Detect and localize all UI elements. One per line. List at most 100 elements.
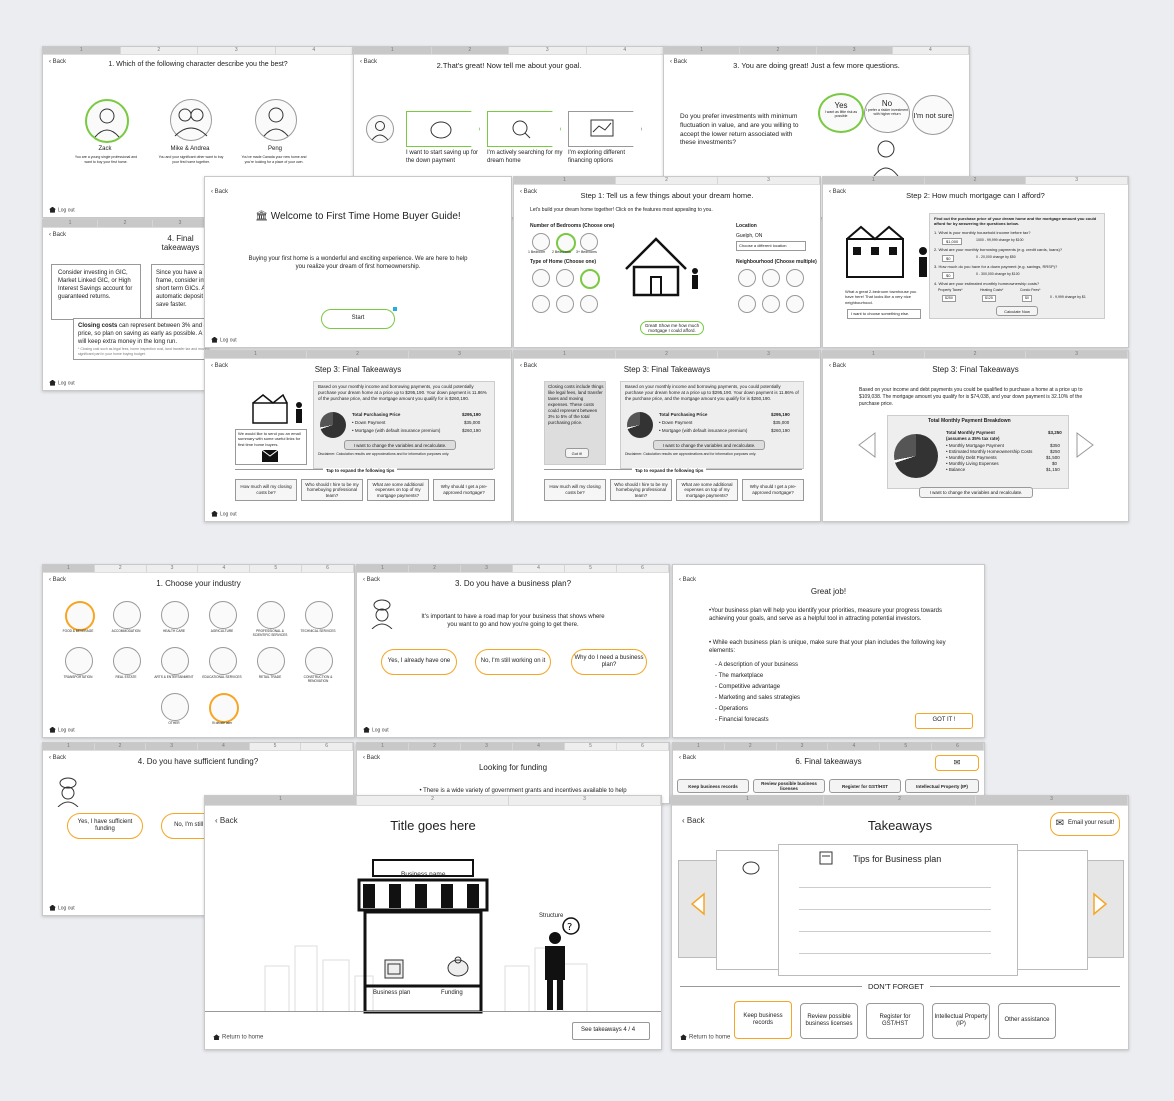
- choose-else-button[interactable]: I want to choose something else.: [847, 309, 921, 319]
- tip-preapproved[interactable]: Why should I get a pre-approved mortgage…: [742, 479, 804, 501]
- tip-closing-costs[interactable]: How much will my closing costs be?: [544, 479, 606, 501]
- industry-option[interactable]: [113, 647, 141, 675]
- type-other-option[interactable]: [580, 295, 598, 313]
- tab-business-licenses[interactable]: Review possible business licenses: [753, 779, 825, 793]
- industry-option[interactable]: [161, 693, 189, 721]
- character-peng-avatar[interactable]: [255, 99, 297, 141]
- industry-option[interactable]: [209, 647, 237, 675]
- neigh-trails-option[interactable]: [762, 269, 780, 287]
- neigh-nopref-option[interactable]: [786, 295, 804, 313]
- type-duplex-option[interactable]: [532, 295, 550, 313]
- prev-arrow-icon[interactable]: [857, 431, 877, 459]
- goal-saving-option[interactable]: [406, 111, 480, 147]
- q-condo-value[interactable]: $0: [1022, 295, 1032, 302]
- other-assistance-button[interactable]: Other assistance: [998, 1003, 1056, 1039]
- see-takeaways-button[interactable]: See takeaways 4 / 4: [572, 1022, 650, 1040]
- plan-no-button[interactable]: No, I'm still working on it: [475, 649, 551, 675]
- industry-option[interactable]: [113, 601, 141, 629]
- logout-button[interactable]: Log out: [49, 379, 75, 386]
- industry-option[interactable]: [209, 693, 239, 723]
- folder-icon[interactable]: [383, 958, 405, 980]
- type-condo-option[interactable]: [556, 295, 574, 313]
- tip-additional-expenses[interactable]: What are some additional expenses on top…: [367, 479, 429, 501]
- back-button[interactable]: ‹ Back: [49, 232, 66, 238]
- q-income-value[interactable]: $1,000: [942, 238, 963, 246]
- logout-button[interactable]: Log out: [49, 904, 75, 911]
- tip-preapproved[interactable]: Why should I get a pre-approved mortgage…: [433, 479, 495, 501]
- bedroom-1-option[interactable]: [532, 233, 550, 251]
- change-variables-button[interactable]: I want to change the variables and recal…: [919, 487, 1033, 498]
- ip-button[interactable]: Intellectual Property (IP): [932, 1003, 990, 1039]
- industry-option[interactable]: [65, 647, 93, 675]
- q-tax-value[interactable]: $250: [942, 295, 956, 302]
- tip-closing-costs[interactable]: How much will my closing costs be?: [235, 479, 297, 501]
- tip-professional-team[interactable]: Who should I hire to be my homebuying pr…: [301, 479, 363, 501]
- q-heat-value[interactable]: $125: [982, 295, 996, 302]
- answer-notsure-bubble[interactable]: I'm not sure: [912, 95, 954, 135]
- industry-option[interactable]: [65, 601, 95, 631]
- got-it-button[interactable]: Got it!: [565, 448, 589, 458]
- goal-searching-option[interactable]: [487, 111, 561, 147]
- business-name-label[interactable]: Business name: [401, 871, 445, 880]
- industry-option[interactable]: [305, 601, 333, 629]
- tip-additional-expenses[interactable]: What are some additional expenses on top…: [676, 479, 738, 501]
- back-button[interactable]: ‹ Back: [679, 577, 696, 583]
- industry-option[interactable]: [161, 601, 189, 629]
- neigh-shopping-option[interactable]: [786, 269, 804, 287]
- start-button[interactable]: Start: [321, 309, 395, 329]
- funding-label[interactable]: Funding: [441, 989, 463, 997]
- logout-button[interactable]: Log out: [363, 726, 389, 733]
- logout-button[interactable]: Log out: [49, 206, 75, 213]
- back-button[interactable]: ‹ Back: [363, 755, 380, 761]
- email-summary-card[interactable]: We would like to send you an email summa…: [235, 429, 307, 465]
- return-home-button[interactable]: Return to home: [680, 1034, 730, 1041]
- logout-button[interactable]: Log out: [211, 336, 237, 343]
- neigh-restaurants-option[interactable]: [738, 269, 756, 287]
- tip-professional-team[interactable]: Who should I hire to be my homebuying pr…: [610, 479, 672, 501]
- plan-yes-button[interactable]: Yes, I already have one: [381, 649, 457, 675]
- industry-option[interactable]: [161, 647, 189, 675]
- tab-business-records[interactable]: Keep business records: [677, 779, 749, 793]
- register-gst-button[interactable]: Register for GST/HST: [866, 1003, 924, 1039]
- industry-option[interactable]: [305, 647, 333, 675]
- answer-yes-bubble[interactable]: Yes I want as little risk as possible: [818, 93, 864, 133]
- logout-button[interactable]: Log out: [211, 510, 237, 517]
- business-plan-label[interactable]: Business plan: [373, 989, 410, 997]
- funding-yes-button[interactable]: Yes, I have sufficient funding: [67, 813, 143, 839]
- tab-ip[interactable]: Intellectual Property (IP): [905, 779, 979, 793]
- tab-gst-hst[interactable]: Register for GST/HST: [829, 779, 901, 793]
- q-downpayment-value[interactable]: $0: [942, 272, 955, 280]
- piggy-bank-icon[interactable]: [445, 956, 471, 978]
- character-zack-avatar[interactable]: [85, 99, 129, 143]
- next-arrow-icon[interactable]: [1075, 431, 1095, 459]
- got-it-button[interactable]: GOT IT !: [915, 713, 973, 729]
- q-borrowing-value[interactable]: $0: [942, 255, 955, 263]
- change-variables-button[interactable]: I want to change the variables and recal…: [653, 440, 765, 450]
- character-couple-avatar[interactable]: [170, 99, 212, 141]
- logout-button[interactable]: Log out: [49, 726, 75, 733]
- email-result-button[interactable]: ✉ Email your result!: [1050, 812, 1120, 836]
- location-select[interactable]: Choose a different location: [736, 241, 806, 251]
- industry-option[interactable]: [257, 601, 285, 629]
- keep-records-button[interactable]: Keep business records: [734, 1001, 792, 1039]
- neigh-school-option[interactable]: [762, 295, 780, 313]
- review-licenses-button[interactable]: Review possible business licenses: [800, 1003, 858, 1039]
- goal-financing-option[interactable]: [568, 111, 642, 147]
- return-home-button[interactable]: Return to home: [213, 1034, 263, 1041]
- industry-option[interactable]: [209, 601, 237, 629]
- type-detached-option[interactable]: [532, 269, 550, 287]
- answer-no-bubble[interactable]: No I prefer a riskier investment with hig…: [864, 93, 910, 133]
- bedroom-3-option[interactable]: [580, 233, 598, 251]
- calculate-button[interactable]: Calculate Now: [996, 306, 1038, 316]
- next-arrow-icon[interactable]: [1092, 892, 1108, 916]
- show-mortgage-button[interactable]: Great! Show me how much mortgage I could…: [640, 321, 704, 335]
- back-button[interactable]: ‹ Back: [211, 189, 228, 195]
- neigh-transit-option[interactable]: [738, 295, 756, 313]
- type-semi-option[interactable]: [556, 269, 574, 287]
- plan-why-button[interactable]: Why do I need a business plan?: [571, 649, 647, 675]
- prev-arrow-icon[interactable]: [690, 892, 706, 916]
- type-townhouse-option[interactable]: [580, 269, 600, 289]
- change-variables-button[interactable]: I want to change the variables and recal…: [344, 440, 456, 450]
- industry-option[interactable]: [257, 647, 285, 675]
- email-button[interactable]: ✉: [935, 755, 979, 771]
